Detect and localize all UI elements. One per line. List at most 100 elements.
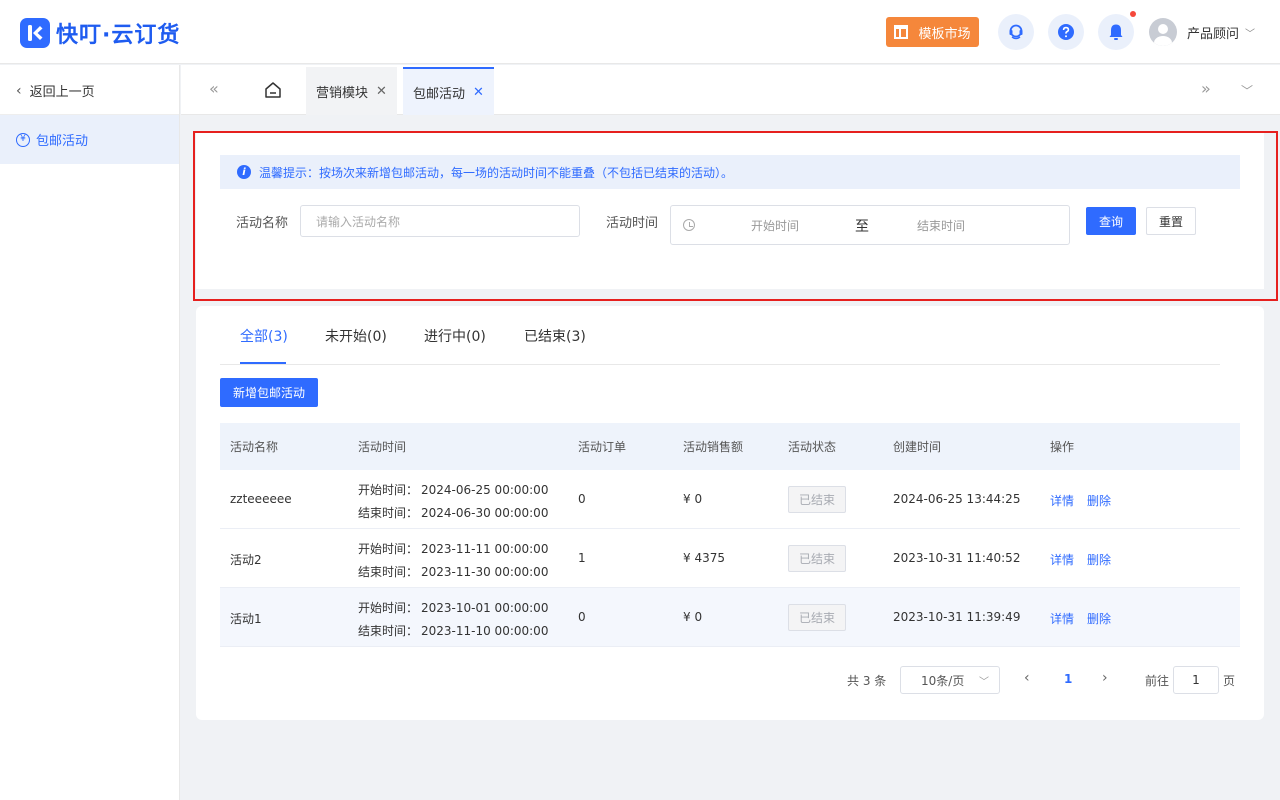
close-icon[interactable]: ✕ xyxy=(376,84,387,99)
end-time-label: 结束时间： xyxy=(358,506,419,520)
activity-name-input[interactable]: 请输入活动名称 xyxy=(300,205,580,237)
top-header: 快叮·云订货 模板市场 产品顾问 ﹀ xyxy=(0,0,1280,64)
add-free-shipping-button[interactable]: 新增包邮活动 xyxy=(220,378,318,407)
activity-name: zzteeeeee xyxy=(230,492,292,506)
end-time-value: 2024-06-30 00:00:00 xyxy=(421,506,549,520)
start-time-value: 2024-06-25 00:00:00 xyxy=(421,483,549,497)
start-time: 开始时间： 2024-06-25 00:00:00 xyxy=(358,481,548,498)
chevron-down-icon: ﹀ xyxy=(979,677,989,688)
created-time: 2023-10-31 11:40:52 xyxy=(893,551,1021,565)
start-time: 开始时间： 2023-10-01 00:00:00 xyxy=(358,599,548,616)
logo-icon xyxy=(20,18,50,48)
user-menu[interactable]: 产品顾问 ﹀ xyxy=(1149,18,1255,46)
start-time-input[interactable]: 开始时间 xyxy=(751,217,799,234)
start-time-value: 2023-11-11 00:00:00 xyxy=(421,542,549,556)
sidebar-item-label: 包邮活动 xyxy=(36,134,89,149)
sidebar: ‹ 返回上一页 ¥ 包邮活动 xyxy=(0,65,180,800)
activity-name: 活动2 xyxy=(230,553,262,567)
activity-name-placeholder: 请输入活动名称 xyxy=(316,214,401,229)
column-header: 活动名称 xyxy=(230,440,279,454)
activity-name-label: 活动名称 xyxy=(236,216,289,231)
sales-amount: ¥ 0 xyxy=(683,492,703,506)
back-label: 返回上一页 xyxy=(29,85,95,100)
end-time-label: 结束时间： xyxy=(358,624,419,638)
notification-dot xyxy=(1130,11,1136,17)
scroll-left-icon[interactable]: « xyxy=(209,79,219,98)
back-button[interactable]: ‹ 返回上一页 xyxy=(16,81,95,101)
table-row: 活动2 开始时间： 2023-11-11 00:00:00 结束时间： 2023-1… xyxy=(220,529,1240,588)
tab-label: 包邮活动 xyxy=(413,86,466,102)
column-header: 活动订单 xyxy=(578,440,627,454)
column-header: 创建时间 xyxy=(893,440,942,454)
prev-page-icon[interactable]: ‹ xyxy=(1024,670,1030,686)
table-row: zzteeeeee 开始时间： 2024-06-25 00:00:00 结束时间：… xyxy=(220,470,1240,529)
chevron-down-icon: ﹀ xyxy=(1245,28,1256,40)
query-button[interactable]: 查询 xyxy=(1086,207,1136,235)
sidebar-item-free-shipping[interactable]: ¥ 包邮活动 xyxy=(0,115,179,164)
tab-ended[interactable]: 已结束(3) xyxy=(524,326,586,346)
user-name: 产品顾问 xyxy=(1187,26,1240,42)
detail-link[interactable]: 详情 xyxy=(1050,610,1074,627)
tip-text: 温馨提示：按场次来新增包邮活动，每一场的活动时间不能重叠（不包括已结束的活动）。 xyxy=(259,165,734,180)
template-icon xyxy=(894,25,909,39)
page-suffix: 页 xyxy=(1223,674,1236,688)
next-page-icon[interactable]: › xyxy=(1102,670,1108,686)
table-header: 活动名称 活动时间 活动订单 活动销售额 活动状态 创建时间 操作 xyxy=(220,423,1240,470)
tab-label: 营销模块 xyxy=(316,85,369,101)
headset-icon xyxy=(1009,24,1023,40)
start-time: 开始时间： 2023-11-11 00:00:00 xyxy=(358,540,548,557)
order-count: 0 xyxy=(578,492,586,506)
start-time-label: 开始时间： xyxy=(358,601,419,615)
page-size-value: 10条/页 xyxy=(921,673,965,688)
tab-not-started[interactable]: 未开始(0) xyxy=(325,326,387,346)
date-range-picker[interactable]: 开始时间 至 结束时间 xyxy=(670,205,1070,245)
app-logo[interactable]: 快叮·云订货 xyxy=(20,17,180,49)
current-page[interactable]: 1 xyxy=(1064,672,1072,686)
tab-free-shipping[interactable]: 包邮活动 ✕ xyxy=(403,67,494,115)
end-time: 结束时间： 2024-06-30 00:00:00 xyxy=(358,504,548,521)
clock-icon xyxy=(683,219,695,231)
tab-all[interactable]: 全部(3) xyxy=(240,326,288,346)
column-header: 操作 xyxy=(1050,440,1075,454)
customer-service-button[interactable] xyxy=(998,14,1034,50)
goto-page-value: 1 xyxy=(1192,673,1200,687)
column-header: 活动状态 xyxy=(788,440,837,454)
template-market-button[interactable]: 模板市场 xyxy=(886,17,979,47)
range-separator: 至 xyxy=(855,219,869,235)
end-time: 结束时间： 2023-11-30 00:00:00 xyxy=(358,563,548,580)
bell-icon xyxy=(1109,24,1123,40)
scroll-right-icon[interactable]: » xyxy=(1201,79,1211,98)
status-badge: 已结束 xyxy=(788,604,846,631)
delete-link[interactable]: 删除 xyxy=(1087,610,1111,627)
chevron-left-icon: ‹ xyxy=(16,82,22,99)
column-header: 活动时间 xyxy=(358,440,407,454)
reset-button[interactable]: 重置 xyxy=(1146,207,1196,235)
delete-link[interactable]: 删除 xyxy=(1087,551,1111,568)
sales-amount: ¥ 0 xyxy=(683,610,703,624)
tab-marketing-module[interactable]: 营销模块 ✕ xyxy=(306,67,397,115)
activity-time-label: 活动时间 xyxy=(606,216,659,231)
column-header: 活动销售额 xyxy=(683,440,744,454)
end-time-input[interactable]: 结束时间 xyxy=(917,217,965,234)
activity-name: 活动1 xyxy=(230,612,262,626)
status-badge: 已结束 xyxy=(788,486,846,513)
detail-link[interactable]: 详情 xyxy=(1050,492,1074,509)
order-count: 1 xyxy=(578,551,586,565)
close-icon[interactable]: ✕ xyxy=(473,85,484,100)
goto-page-input[interactable]: 1 xyxy=(1173,666,1219,694)
end-time-label: 结束时间： xyxy=(358,565,419,579)
tab-bar: « 营销模块 ✕ 包邮活动 ✕ » ﹀ xyxy=(181,65,1280,115)
active-tab-indicator xyxy=(240,362,286,364)
detail-link[interactable]: 详情 xyxy=(1050,551,1074,568)
chevron-down-icon[interactable]: ﹀ xyxy=(1241,82,1253,99)
home-tab[interactable] xyxy=(264,81,282,99)
help-button[interactable] xyxy=(1048,14,1084,50)
page-size-select[interactable]: 10条/页 ﹀ xyxy=(900,666,1000,694)
table-row: 活动1 开始时间： 2023-10-01 00:00:00 结束时间： 2023-1… xyxy=(220,588,1240,647)
tab-in-progress[interactable]: 进行中(0) xyxy=(424,326,486,346)
info-icon: i xyxy=(237,165,251,179)
delete-link[interactable]: 删除 xyxy=(1087,492,1111,509)
goto-label: 前往 xyxy=(1145,674,1170,688)
notification-button[interactable] xyxy=(1098,14,1134,50)
start-time-value: 2023-10-01 00:00:00 xyxy=(421,601,549,615)
